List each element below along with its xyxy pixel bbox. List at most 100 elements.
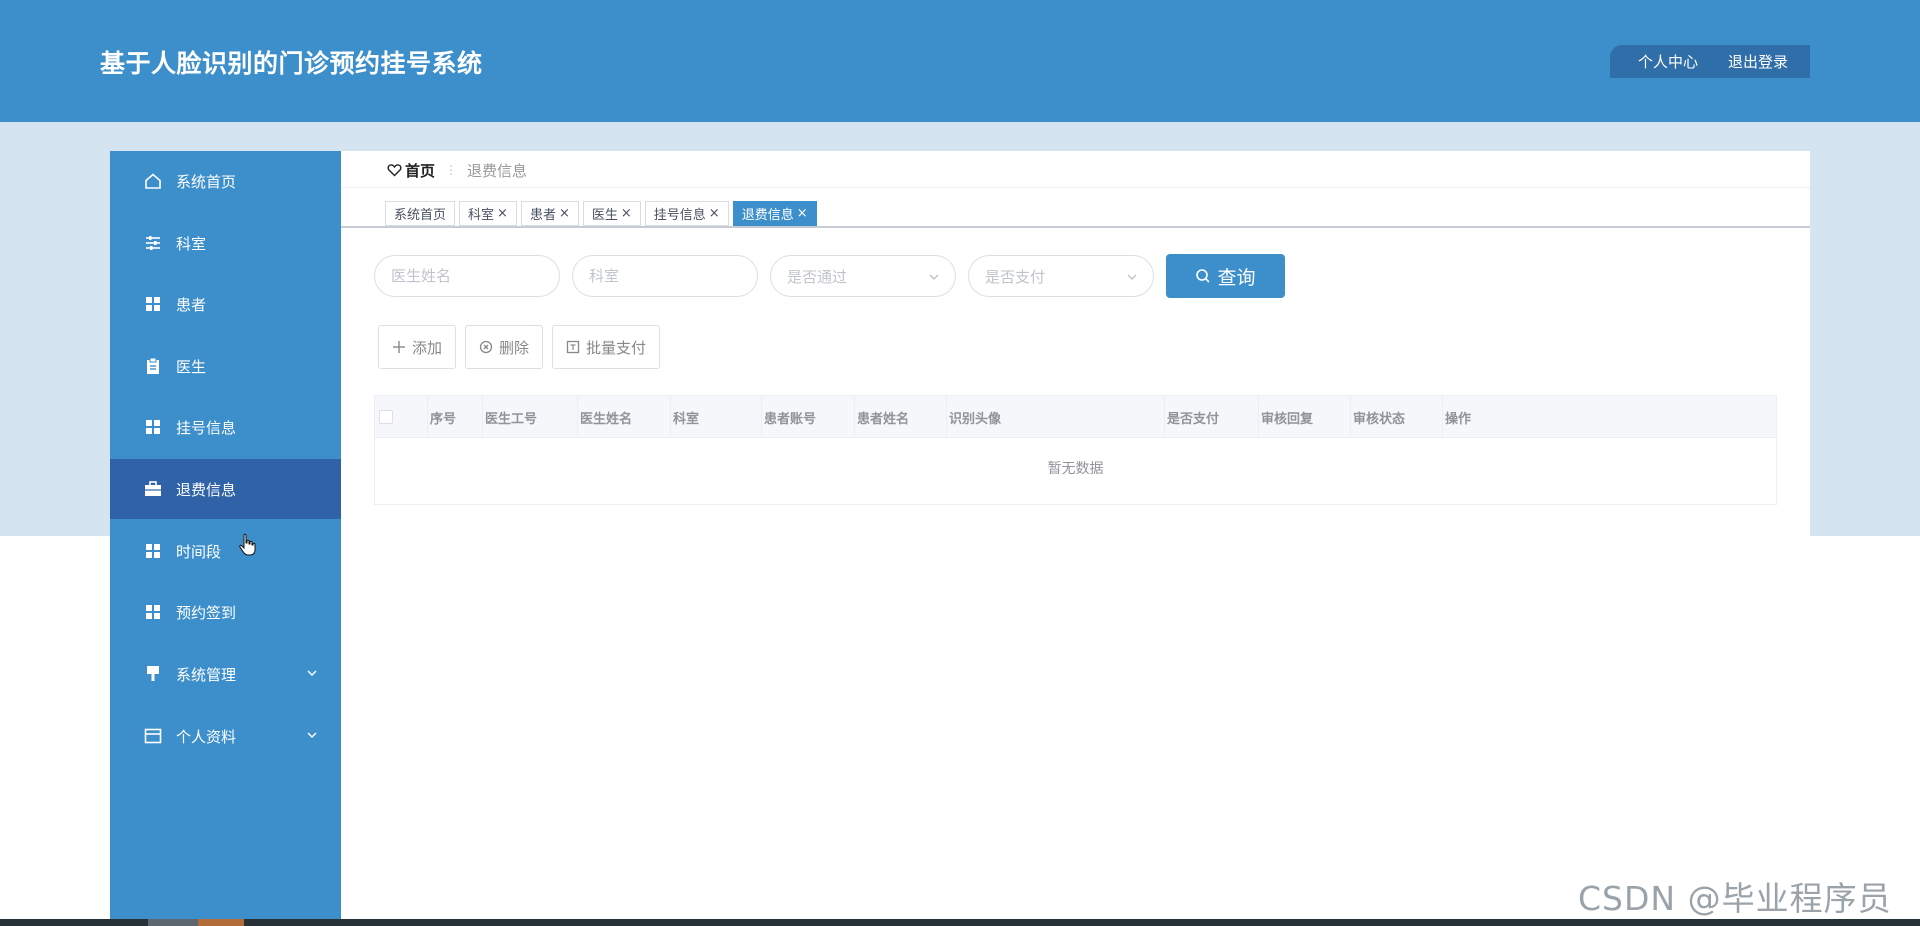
doctor-name-input[interactable] — [374, 255, 560, 297]
close-icon[interactable]: × — [797, 206, 808, 221]
divider — [341, 226, 1810, 228]
tag-bar: 系统首页 科室 × 患者 × 医生 × 挂号信息 × 退费信息 × — [385, 201, 817, 227]
tab-doctor[interactable]: 医生 × — [582, 201, 641, 226]
sidebar-item-label: 系统管理 — [176, 665, 237, 684]
column-header[interactable]: 患者姓名 — [854, 396, 946, 438]
query-label: 查询 — [1217, 266, 1256, 289]
taskbar — [0, 919, 1920, 926]
column-header[interactable]: 是否支付 — [1164, 396, 1258, 438]
sidebar-item-department[interactable]: 科室 — [110, 213, 341, 273]
close-icon[interactable]: × — [621, 206, 632, 221]
taskbar-item[interactable] — [148, 919, 198, 926]
column-header[interactable]: 审核回复 — [1258, 396, 1350, 438]
user-center-link[interactable]: 个人中心 — [1638, 51, 1698, 72]
column-header[interactable]: 审核状态 — [1350, 396, 1442, 438]
home-icon — [144, 172, 162, 190]
tab-label: 系统首页 — [394, 208, 447, 223]
sidebar-item-registration[interactable]: 挂号信息 — [110, 397, 341, 457]
sidebar-item-label: 挂号信息 — [176, 418, 237, 437]
tab-home[interactable]: 系统首页 — [385, 201, 456, 226]
tab-label: 医生 — [591, 208, 618, 223]
column-header[interactable]: 操作 — [1442, 396, 1562, 438]
sidebar-item-label: 患者 — [176, 295, 207, 314]
grid-icon — [144, 542, 162, 560]
search-icon — [1196, 269, 1211, 283]
tab-registration[interactable]: 挂号信息 × — [644, 201, 729, 226]
chevron-down-icon — [1127, 274, 1137, 281]
main-content: 首页 ⋮ 退费信息 系统首页 科室× 患者× 医生× 挂号信息× 退费信息× 是… — [341, 151, 1810, 536]
tab-department[interactable]: 科室 × — [459, 201, 517, 226]
chevron-down-icon — [929, 274, 939, 281]
sidebar-item-refund[interactable]: 退费信息 — [110, 459, 341, 519]
tab-label: 患者 — [529, 208, 556, 223]
card-icon — [144, 727, 162, 745]
delete-label: 删除 — [499, 338, 530, 357]
sidebar-item-system[interactable]: 系统管理 — [110, 644, 341, 704]
gavel-icon — [144, 665, 162, 683]
column-header[interactable]: 医生姓名 — [577, 396, 670, 438]
batch-pay-label: 批量支付 — [586, 338, 647, 357]
clipboard-icon — [144, 357, 162, 375]
app-header: 基于人脸识别的门诊预约挂号系统 个人中心 退出登录 — [0, 0, 1920, 122]
circle-close-icon — [479, 340, 493, 354]
sidebar-item-label: 时间段 — [176, 542, 222, 561]
sidebar-item-home[interactable]: 系统首页 — [110, 151, 341, 211]
taskbar-item[interactable] — [198, 919, 244, 926]
tab-refund[interactable]: 退费信息 × — [732, 201, 817, 226]
table-header: 序号 医生工号 医生姓名 科室 患者账号 患者姓名 识别头像 是否支付 审核回复… — [375, 396, 1776, 438]
sidebar-item-label: 退费信息 — [176, 480, 237, 499]
close-icon[interactable]: × — [559, 206, 570, 221]
sidebar-item-label: 预约签到 — [176, 603, 237, 622]
sidebar-item-checkin[interactable]: 预约签到 — [110, 582, 341, 642]
approved-select[interactable]: 是否通过 — [770, 255, 956, 297]
divider — [341, 187, 1810, 188]
plus-icon — [393, 341, 405, 353]
sliders-icon — [144, 234, 162, 252]
sidebar-item-label: 系统首页 — [176, 172, 237, 191]
sidebar-item-label: 医生 — [176, 357, 207, 376]
paid-select[interactable]: 是否支付 — [968, 255, 1154, 297]
breadcrumb-separator: ⋮ — [445, 163, 458, 177]
query-button[interactable]: 查询 — [1166, 254, 1285, 298]
add-button[interactable]: 添加 — [378, 325, 457, 369]
tab-label: 挂号信息 — [653, 208, 706, 223]
grid-icon — [144, 603, 162, 621]
sidebar-item-patient[interactable]: 患者 — [110, 274, 341, 334]
department-input[interactable] — [572, 255, 758, 297]
data-table: 序号 医生工号 医生姓名 科室 患者账号 患者姓名 识别头像 是否支付 审核回复… — [374, 395, 1777, 505]
briefcase-icon — [144, 480, 162, 498]
add-label: 添加 — [412, 338, 443, 357]
column-header[interactable]: 患者账号 — [761, 396, 854, 438]
column-header[interactable]: 科室 — [670, 396, 761, 438]
delete-button[interactable]: 删除 — [465, 325, 544, 369]
select-all-checkbox[interactable] — [379, 410, 393, 424]
tab-patient[interactable]: 患者 × — [520, 201, 579, 226]
close-icon[interactable]: × — [497, 206, 508, 221]
breadcrumb-home-label: 首页 — [405, 161, 436, 180]
column-header[interactable]: 医生工号 — [482, 396, 577, 438]
sidebar-item-profile[interactable]: 个人资料 — [110, 706, 341, 766]
empty-state: 暂无数据 — [1047, 461, 1104, 477]
column-header[interactable]: 序号 — [427, 396, 482, 438]
chevron-down-icon — [307, 670, 317, 677]
tab-label: 退费信息 — [741, 208, 794, 223]
ticket-icon — [566, 340, 580, 354]
sidebar-item-timeslot[interactable]: 时间段 — [110, 521, 341, 581]
grid-icon — [144, 295, 162, 313]
user-menu: 个人中心 退出登录 — [1610, 45, 1810, 78]
mouse-pointer-icon — [239, 533, 256, 556]
search-form: 是否通过 是否支付 查询 — [374, 254, 1285, 298]
sidebar-item-doctor[interactable]: 医生 — [110, 336, 341, 396]
column-header[interactable]: 识别头像 — [946, 396, 1164, 438]
sidebar-item-label: 个人资料 — [176, 727, 237, 746]
close-icon[interactable]: × — [709, 206, 720, 221]
action-bar: 添加 删除 批量支付 — [378, 325, 661, 369]
grid-icon — [144, 418, 162, 436]
breadcrumb-current: 退费信息 — [467, 161, 528, 180]
logout-link[interactable]: 退出登录 — [1728, 51, 1788, 72]
batch-pay-button[interactable]: 批量支付 — [552, 325, 661, 369]
sidebar-item-label: 科室 — [176, 234, 207, 253]
sidebar: 系统首页 科室 患者 医生 挂号信息 退费信息 时间段 预约签到 系统管理 个人… — [110, 151, 341, 926]
breadcrumb-home[interactable]: 首页 — [387, 160, 435, 181]
heart-icon — [387, 164, 402, 177]
